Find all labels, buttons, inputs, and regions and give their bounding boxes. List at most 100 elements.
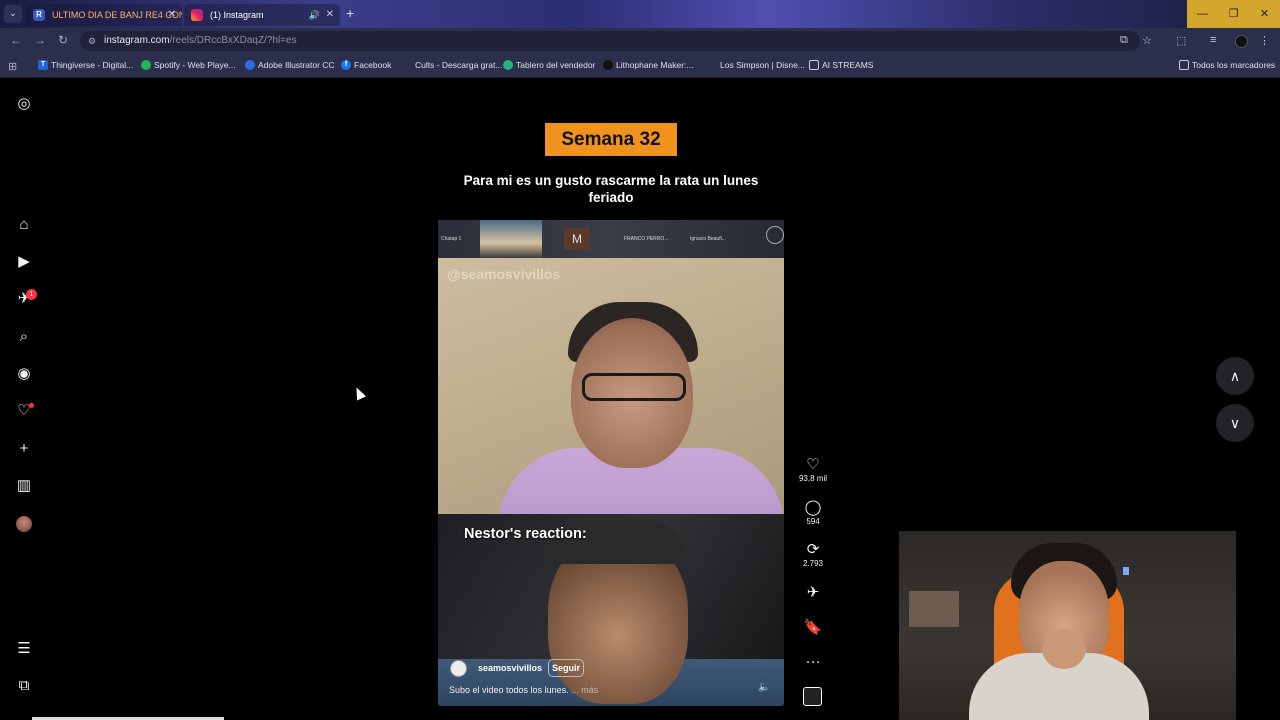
more-link[interactable]: ... más [571,685,598,695]
volume-icon[interactable]: 🔈 [758,682,770,693]
bookmark-icon[interactable]: 🔖 [795,619,831,636]
bookmark-label: Tablero del vendedor [516,60,596,70]
new-tab-button[interactable]: + [346,5,354,21]
notification-dot [29,403,34,408]
bookmark-spotify[interactable]: Spotify - Web Playe... [141,60,236,70]
instagram-favicon [191,9,203,21]
folder-icon [1179,60,1189,70]
author-avatar[interactable] [450,660,467,677]
address-bar-row: ← → ↻ ⚙ instagram.com/reels/DRccBxXDaqZ/… [0,28,1280,54]
next-reel-button[interactable]: ∨ [1216,404,1254,442]
tab-search-button[interactable]: ⌄ [4,5,22,23]
speaker-camera: @seamosvivillos [438,258,784,514]
bookmark-lithophane[interactable]: Lithophane Maker:... [603,60,694,70]
bookmark-tablero[interactable]: Tablero del vendedor [503,60,595,70]
extensions-icon[interactable]: ⬚ [1176,34,1186,47]
tab-favicon: R [33,9,45,21]
url-field[interactable]: ⚙ instagram.com/reels/DRccBxXDaqZ/?hl=es [80,31,1140,51]
participant-initial: M [564,228,590,250]
bookmark-label: Adobe Illustrator CC [258,60,335,70]
tab-instagram[interactable]: (1) Instagram 🔊 ✕ [184,4,340,26]
follow-button[interactable]: Seguir [548,659,584,677]
audio-thumbnail[interactable] [803,687,822,706]
bookmark-illustrator[interactable]: Adobe Illustrator CC [245,60,335,70]
participant-thumbnail [480,220,542,258]
illustrator-icon [245,60,255,70]
media-controls-icon[interactable]: ≡ [1210,34,1216,46]
cults-icon [402,60,412,70]
tab-stream[interactable]: R ULTIMO DIA DE BANJ RE4 CON ✕ [26,4,182,26]
comment-count: 594 [806,517,820,526]
dashboard-icon[interactable]: ▥ [14,476,34,496]
apps-grid-icon[interactable]: ⊞ [8,60,17,73]
ellipsis-icon[interactable]: ··· [795,653,831,670]
instagram-sidebar: ◎ ⌂ ▶ ✈ ⌕ ◉ ♡ + ▥ ☰ ⧉ [0,79,48,720]
send-icon[interactable]: ✈ [795,584,831,601]
save-action[interactable]: 🔖 [795,619,831,636]
author-name[interactable]: seamosvivillos [478,663,542,673]
explore-icon[interactable]: ◉ [14,364,34,384]
participant-label: Chatap 1 [441,236,462,242]
reload-icon[interactable]: ↻ [58,33,68,47]
video-call-strip: Chatap 1 M FRANCO PERRO... Ignacio Beauf… [438,220,784,258]
create-plus-icon[interactable]: + [14,439,34,459]
minimize-button[interactable]: — [1187,0,1218,28]
bookmark-label: AI STREAMS [822,60,874,70]
reels-icon[interactable]: ▶ [14,252,34,272]
video-caption: Para mi es un gusto rascarme la rata un … [463,173,759,205]
close-tab-icon[interactable]: ✕ [168,4,176,26]
simpson-icon [707,60,717,70]
maximize-button[interactable]: ❐ [1218,0,1249,28]
instagram-logo-icon[interactable]: ◎ [14,94,34,114]
bookmark-label: Lithophane Maker:... [616,60,694,70]
spotify-icon [141,60,151,70]
bookmark-folder-ai-streams[interactable]: AI STREAMS [809,60,873,70]
bookmark-star-icon[interactable]: ☆ [1142,34,1152,47]
comment-action[interactable]: ◯ 594 [795,499,831,526]
home-icon[interactable]: ⌂ [14,215,34,235]
share-action[interactable]: ✈ [795,584,831,601]
browser-tab-strip: ⌄ R ULTIMO DIA DE BANJ RE4 CON ✕ (1) Ins… [0,0,1280,28]
folder-icon [809,60,819,70]
install-app-icon[interactable]: ⧉ [1120,34,1128,47]
previous-reel-button[interactable]: ∧ [1216,357,1254,395]
bookmark-label: Los Simpson | Disne... [720,60,805,70]
forward-icon[interactable]: → [34,33,46,47]
week-badge: Semana 32 [545,123,677,156]
bookmark-cults[interactable]: Cults - Descarga grat... [402,60,502,70]
close-window-button[interactable]: ✕ [1249,0,1280,28]
heart-icon[interactable]: ♡ [795,456,831,473]
search-icon[interactable]: ⌕ [14,327,34,347]
reaction-caption: Nestor's reaction: [464,526,587,542]
lithophane-icon [603,60,613,70]
bookmark-simpson[interactable]: Los Simpson | Disne... [707,60,805,70]
tablero-icon [503,60,513,70]
close-tab-icon[interactable]: ✕ [326,4,334,26]
site-info-icon[interactable]: ⚙ [88,31,96,51]
all-bookmarks-folder[interactable]: Todos los marcadores [1179,60,1275,70]
bookmark-label: Todos los marcadores [1192,60,1276,70]
more-menu-icon[interactable]: ☰ [14,639,34,659]
tab-label: ULTIMO DIA DE BANJ RE4 CON [52,10,182,20]
back-icon[interactable]: ← [10,33,22,47]
profile-avatar[interactable] [1235,35,1248,48]
browser-menu-icon[interactable]: ⋮ [1259,34,1270,47]
participant-avatar [766,226,784,244]
speaker-icon[interactable]: 🔊 [309,4,320,26]
profile-avatar-icon[interactable] [16,516,32,532]
bookmark-thingiverse[interactable]: T Thingiverse - Digital... [38,60,133,70]
url-path: /reels/DRccBxXDaqZ/?hl=es [169,35,297,46]
url-host: instagram.com [104,35,170,46]
participant-label: FRANCO PERRO... [624,236,669,242]
also-from-meta-icon[interactable]: ⧉ [14,676,34,696]
like-action[interactable]: ♡ 93,8 mil [795,456,831,483]
more-options[interactable]: ··· [795,653,831,670]
comment-icon[interactable]: ◯ [795,499,831,516]
reel-video[interactable]: Semana 32 Para mi es un gusto rascarme l… [438,92,784,706]
repost-icon[interactable]: ⟳ [795,541,831,558]
repost-count: 2.793 [802,559,824,568]
bookmark-facebook[interactable]: f Facebook [341,60,391,70]
streamer-hand [1042,629,1086,669]
bookmark-label: Thingiverse - Digital... [51,60,134,70]
repost-action[interactable]: ⟳ 2.793 [795,541,831,568]
